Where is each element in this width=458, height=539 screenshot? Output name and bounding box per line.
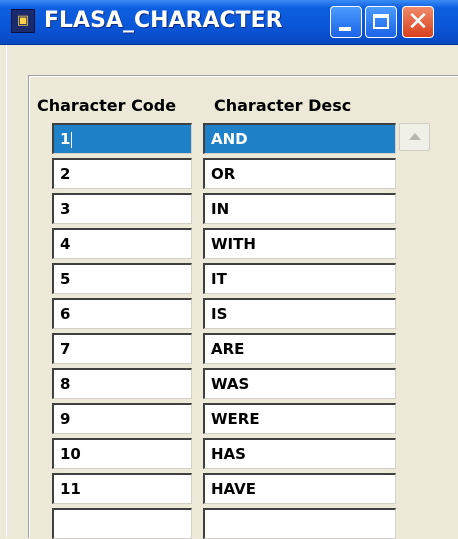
character-desc-field[interactable]: WERE xyxy=(203,403,396,434)
column-header-character-desc: Character Desc xyxy=(214,96,352,115)
character-desc-value: AND xyxy=(211,130,248,148)
arrow-up-icon xyxy=(409,133,421,140)
minimize-icon xyxy=(339,27,351,31)
close-button[interactable]: ✕ xyxy=(402,6,434,38)
character-desc-field[interactable]: IS xyxy=(203,298,396,329)
window-title: FLASA_CHARACTER xyxy=(44,8,283,33)
character-desc-field[interactable]: IT xyxy=(203,263,396,294)
character-code-value: 3 xyxy=(60,200,71,218)
character-code-field[interactable]: 8 xyxy=(52,368,192,399)
character-desc-value: HAS xyxy=(211,445,246,463)
character-desc-field[interactable]: WAS xyxy=(203,368,396,399)
character-desc-value: WERE xyxy=(211,410,260,428)
character-code-field[interactable]: 1 xyxy=(52,123,192,154)
character-code-field[interactable]: 5 xyxy=(52,263,192,294)
character-desc-field[interactable]: WITH xyxy=(203,228,396,259)
character-code-value: 6 xyxy=(60,305,71,323)
character-code-value: 11 xyxy=(60,480,81,498)
column-header-character-code: Character Code xyxy=(37,96,177,115)
character-code-field[interactable] xyxy=(52,508,192,539)
character-code-value: 8 xyxy=(60,375,71,393)
character-code-field[interactable]: 6 xyxy=(52,298,192,329)
character-desc-field[interactable]: HAS xyxy=(203,438,396,469)
character-code-value: 5 xyxy=(60,270,71,288)
character-desc-value: HAVE xyxy=(211,480,256,498)
title-bar[interactable]: ▣ FLASA_CHARACTER ✕ xyxy=(0,0,458,45)
character-desc-value: OR xyxy=(211,165,236,183)
character-desc-field[interactable]: AND xyxy=(203,123,396,154)
character-code-field[interactable]: 11 xyxy=(52,473,192,504)
character-code-field[interactable]: 10 xyxy=(52,438,192,469)
character-desc-field[interactable] xyxy=(203,508,396,539)
character-desc-value: IN xyxy=(211,200,230,218)
character-desc-value: ARE xyxy=(211,340,245,358)
minimize-button[interactable] xyxy=(330,6,362,38)
character-code-field[interactable]: 3 xyxy=(52,193,192,224)
character-code-field[interactable]: 7 xyxy=(52,333,192,364)
character-desc-field[interactable]: IN xyxy=(203,193,396,224)
character-code-field[interactable]: 4 xyxy=(52,228,192,259)
character-desc-value: IS xyxy=(211,305,228,323)
maximize-icon xyxy=(373,14,389,29)
character-desc-field[interactable]: OR xyxy=(203,158,396,189)
character-code-value: 1 xyxy=(60,130,71,148)
scroll-up-button[interactable] xyxy=(399,123,430,151)
character-code-value: 7 xyxy=(60,340,71,358)
character-desc-value: WITH xyxy=(211,235,256,253)
text-caret xyxy=(71,131,73,148)
character-code-field[interactable]: 9 xyxy=(52,403,192,434)
character-code-value: 4 xyxy=(60,235,71,253)
character-desc-field[interactable]: HAVE xyxy=(203,473,396,504)
close-icon: ✕ xyxy=(407,7,429,37)
app-icon[interactable]: ▣ xyxy=(11,9,35,33)
character-code-value: 9 xyxy=(60,410,71,428)
character-desc-value: IT xyxy=(211,270,227,288)
character-code-value: 2 xyxy=(60,165,71,183)
character-code-value: 10 xyxy=(60,445,81,463)
character-desc-value: WAS xyxy=(211,375,250,393)
character-desc-field[interactable]: ARE xyxy=(203,333,396,364)
character-code-field[interactable]: 2 xyxy=(52,158,192,189)
maximize-button[interactable] xyxy=(365,6,397,38)
